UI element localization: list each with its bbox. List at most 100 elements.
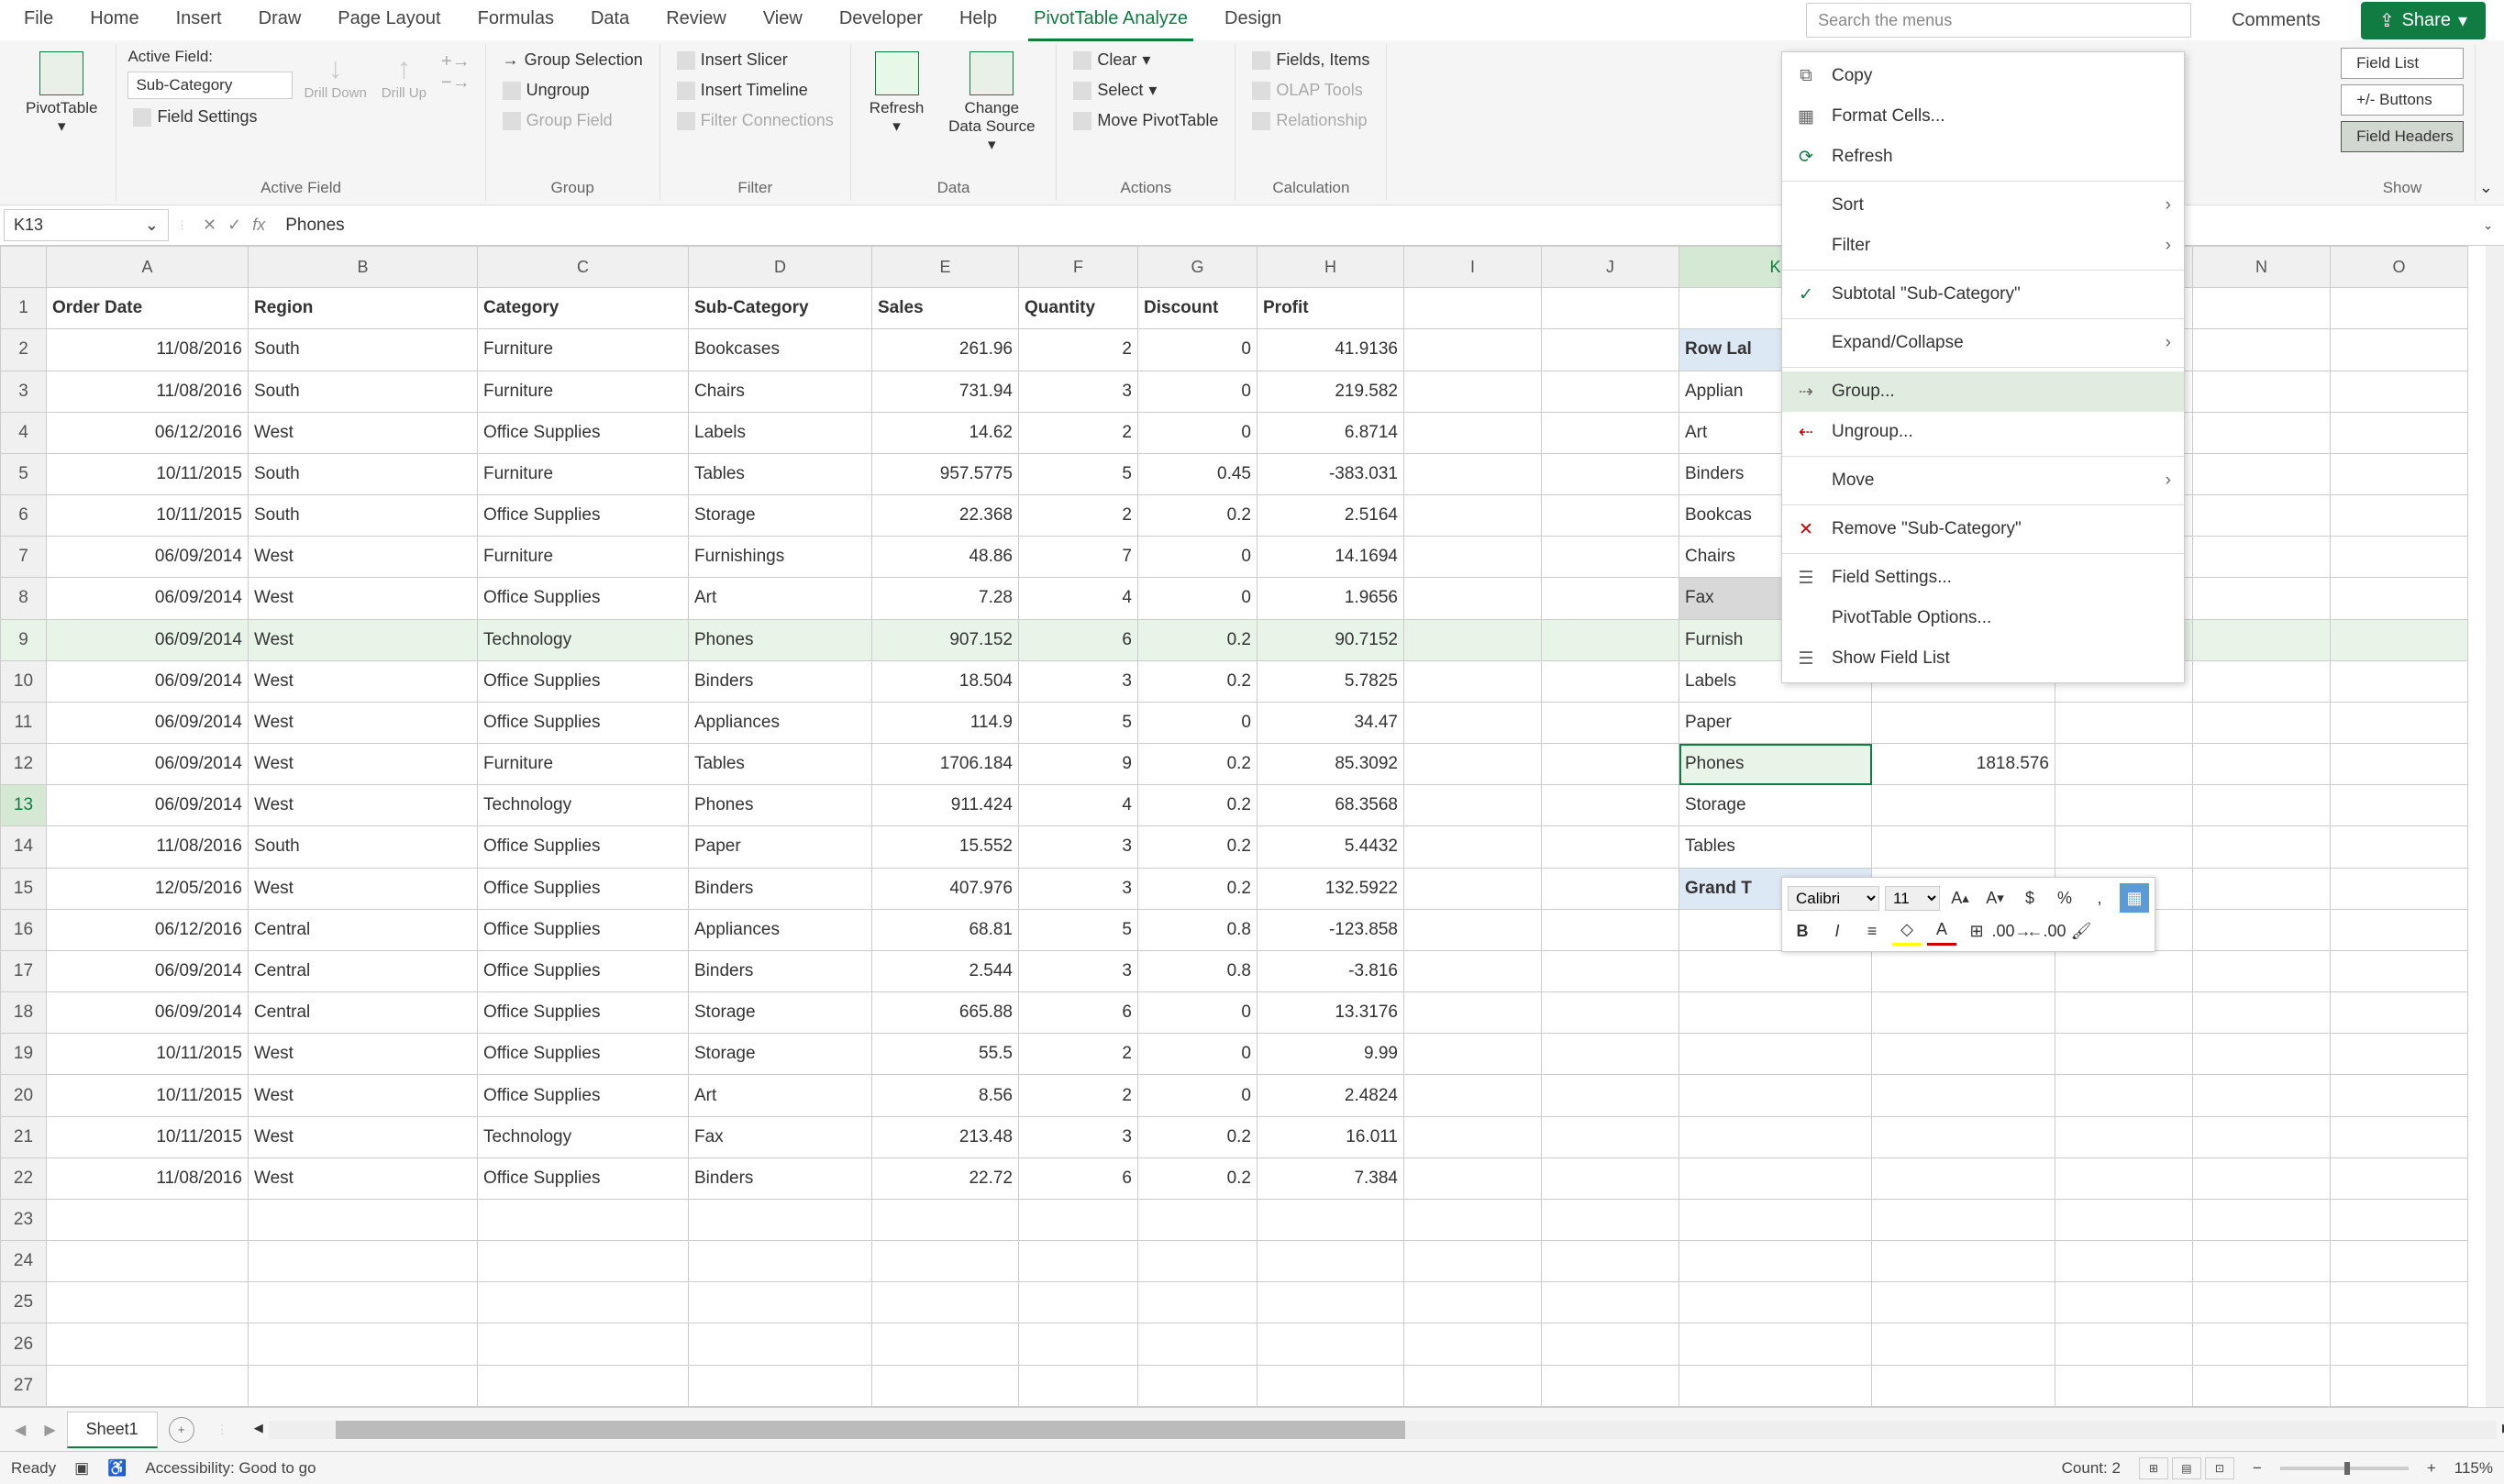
row-header-15[interactable]: 15 (1, 868, 47, 909)
data-cell[interactable]: Office Supplies (478, 702, 689, 743)
row-header-11[interactable]: 11 (1, 702, 47, 743)
cell[interactable] (2331, 1282, 2468, 1323)
cell[interactable] (1872, 1157, 2055, 1199)
cell[interactable] (1258, 1323, 1404, 1365)
data-cell[interactable]: 6 (1019, 619, 1138, 660)
data-cell[interactable]: Central (249, 909, 478, 950)
cell[interactable] (1542, 1323, 1679, 1365)
insert-slicer-button[interactable]: Insert Slicer (671, 48, 839, 72)
data-cell[interactable]: West (249, 1116, 478, 1157)
data-cell[interactable]: Central (249, 950, 478, 991)
data-cell[interactable]: 1706.184 (872, 744, 1019, 785)
data-cell[interactable]: Phones (689, 785, 872, 826)
cell[interactable] (1542, 909, 1679, 950)
cell[interactable]: 1818.576 (1872, 744, 2055, 785)
cell[interactable] (2193, 909, 2331, 950)
data-cell[interactable]: 55.5 (872, 1034, 1019, 1075)
scroll-left-icon[interactable]: ◀ (254, 1421, 263, 1435)
cell[interactable] (47, 1241, 249, 1282)
data-cell[interactable]: 0.8 (1138, 909, 1258, 950)
column-header-H[interactable]: H (1258, 247, 1404, 288)
data-cell[interactable]: 15.552 (872, 826, 1019, 868)
cell[interactable] (689, 1282, 872, 1323)
cell[interactable] (1872, 1199, 2055, 1240)
data-cell[interactable]: 1.9656 (1258, 578, 1404, 619)
menu-item-sort[interactable]: Sort› (1782, 185, 2184, 226)
cell[interactable] (1404, 1075, 1542, 1116)
cell[interactable] (2055, 1323, 2193, 1365)
cell[interactable] (1872, 702, 2055, 743)
cancel-icon[interactable]: ✕ (203, 216, 216, 235)
menu-item-expand-collapse[interactable]: Expand/Collapse› (1782, 323, 2184, 363)
cell[interactable] (1542, 288, 1679, 329)
data-cell[interactable]: 2 (1019, 495, 1138, 537)
decrease-decimal-icon[interactable]: ←.00 (2032, 916, 2061, 946)
data-cell[interactable]: 3 (1019, 371, 1138, 412)
data-cell[interactable]: 0.2 (1138, 1116, 1258, 1157)
data-cell[interactable]: 907.152 (872, 619, 1019, 660)
data-cell[interactable]: 10/11/2015 (47, 1116, 249, 1157)
row-header-3[interactable]: 3 (1, 371, 47, 412)
data-cell[interactable]: 0.2 (1138, 619, 1258, 660)
data-cell[interactable]: 132.5922 (1258, 868, 1404, 909)
cell[interactable] (2331, 1116, 2468, 1157)
row-header-10[interactable]: 10 (1, 660, 47, 702)
column-header-C[interactable]: C (478, 247, 689, 288)
cell[interactable] (1679, 992, 1872, 1034)
cell[interactable] (1679, 950, 1872, 991)
row-header-25[interactable]: 25 (1, 1282, 47, 1323)
data-cell[interactable]: 0.2 (1138, 660, 1258, 702)
data-cell[interactable]: 06/09/2014 (47, 950, 249, 991)
cell[interactable] (2055, 1282, 2193, 1323)
cell[interactable] (2193, 1241, 2331, 1282)
data-cell[interactable]: 68.3568 (1258, 785, 1404, 826)
cell[interactable] (478, 1241, 689, 1282)
cell[interactable] (1404, 992, 1542, 1034)
data-cell[interactable]: Binders (689, 950, 872, 991)
column-header-G[interactable]: G (1138, 247, 1258, 288)
cell[interactable] (1679, 1365, 1872, 1406)
data-cell[interactable]: Art (689, 1075, 872, 1116)
cell[interactable] (1258, 1282, 1404, 1323)
cell[interactable] (2331, 619, 2468, 660)
data-cell[interactable]: Office Supplies (478, 909, 689, 950)
cell[interactable] (2193, 785, 2331, 826)
column-header-F[interactable]: F (1019, 247, 1138, 288)
menu-item-filter[interactable]: Filter› (1782, 226, 2184, 266)
zoom-slider[interactable] (2280, 1467, 2409, 1470)
data-cell[interactable]: Office Supplies (478, 1157, 689, 1199)
data-cell[interactable]: 34.47 (1258, 702, 1404, 743)
data-cell[interactable]: 06/09/2014 (47, 619, 249, 660)
cell[interactable] (1872, 785, 2055, 826)
insert-timeline-button[interactable]: Insert Timeline (671, 78, 839, 103)
cell[interactable] (1542, 1157, 1679, 1199)
field-headers-toggle[interactable]: Field Headers (2341, 121, 2464, 152)
data-cell[interactable]: West (249, 660, 478, 702)
search-menus-input[interactable]: Search the menus (1806, 3, 2191, 38)
data-cell[interactable]: 0.2 (1138, 826, 1258, 868)
data-cell[interactable]: 68.81 (872, 909, 1019, 950)
data-cell[interactable]: 3 (1019, 1116, 1138, 1157)
cell[interactable] (2055, 950, 2193, 991)
cell[interactable] (1404, 495, 1542, 537)
data-cell[interactable]: 5.7825 (1258, 660, 1404, 702)
cell[interactable] (2193, 288, 2331, 329)
sheet-nav-next[interactable]: ▶ (37, 1421, 62, 1439)
menu-item-pivottable-options-[interactable]: PivotTable Options... (1782, 598, 2184, 638)
cell[interactable] (872, 1365, 1019, 1406)
cell[interactable] (1404, 1241, 1542, 1282)
data-cell[interactable]: 261.96 (872, 329, 1019, 371)
data-cell[interactable]: 85.3092 (1258, 744, 1404, 785)
data-cell[interactable]: Tables (689, 453, 872, 494)
row-header-20[interactable]: 20 (1, 1075, 47, 1116)
data-cell[interactable]: West (249, 1034, 478, 1075)
data-cell[interactable]: Chairs (689, 371, 872, 412)
data-cell[interactable]: 911.424 (872, 785, 1019, 826)
data-cell[interactable]: 11/08/2016 (47, 371, 249, 412)
data-cell[interactable]: 8.56 (872, 1075, 1019, 1116)
menu-item-move[interactable]: Move› (1782, 460, 2184, 501)
cell[interactable] (478, 1199, 689, 1240)
cell[interactable] (2193, 992, 2331, 1034)
cell[interactable] (2331, 537, 2468, 578)
data-cell[interactable]: 9 (1019, 744, 1138, 785)
